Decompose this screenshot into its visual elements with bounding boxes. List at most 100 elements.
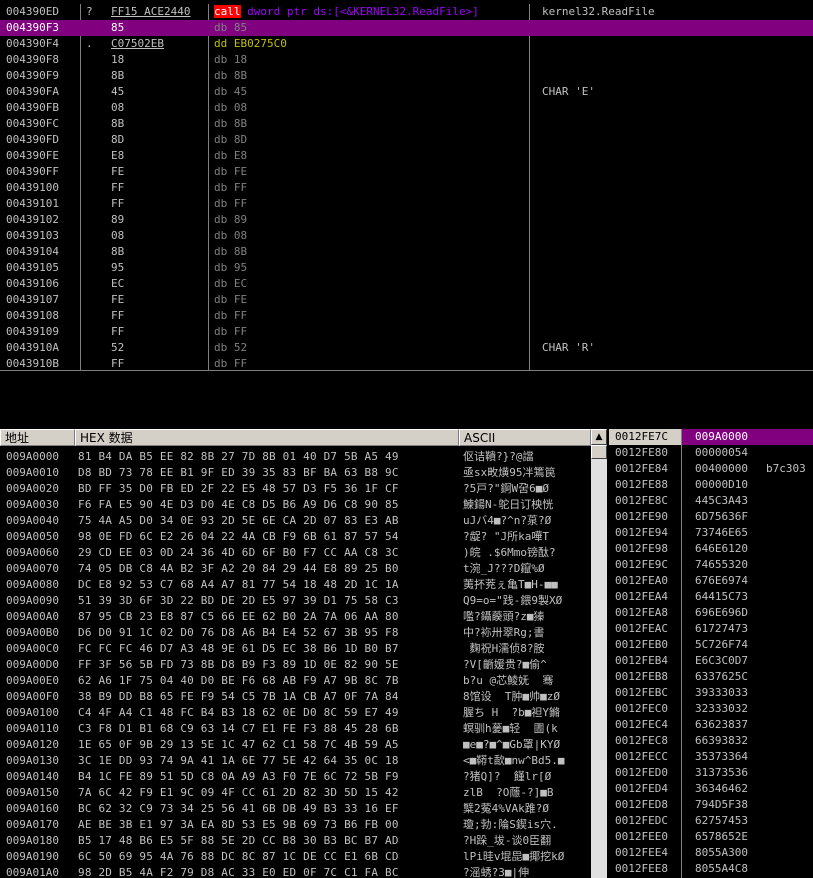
disasm-row[interactable]: 0043910A 52 db 52 CHAR 'R'	[0, 340, 813, 356]
instruction-mnemonic: db FF	[214, 181, 248, 194]
dump-row[interactable]: 009A00C0 FC FC FC 46 D7 A3 48 9E 61 D5 EC…	[0, 641, 591, 657]
stack-row[interactable]: 0012FEB8 6337625C	[609, 669, 813, 685]
instruction-text: db 8B	[214, 116, 247, 132]
dump-row[interactable]: 009A0130 3C 1E DD 93 74 9A 41 1A 6E 77 5E…	[0, 753, 591, 769]
stack-row[interactable]: 0012FEE4 8055A300	[609, 845, 813, 861]
disasm-row[interactable]: 00439106 EC db EC	[0, 276, 813, 292]
disasm-row[interactable]: 004390FE E8 db E8	[0, 148, 813, 164]
disasm-row[interactable]: 00439103 08 db 08	[0, 228, 813, 244]
disasm-row[interactable]: 00439100 FF db FF	[0, 180, 813, 196]
stack-row[interactable]: 0012FED0 31373536	[609, 765, 813, 781]
instruction-mnemonic: db 52	[214, 341, 248, 354]
stack-row[interactable]: 0012FE8C 445C3A43	[609, 493, 813, 509]
dump-row[interactable]: 009A0100 C4 4F A4 C1 48 FC B4 B3 18 62 0E…	[0, 705, 591, 721]
stack-row[interactable]: 0012FE98 646E6120	[609, 541, 813, 557]
dump-row[interactable]: 009A0190 6C 50 69 95 4A 76 88 DC 8C 87 1C…	[0, 849, 591, 865]
disasm-row[interactable]: 004390FB 08 db 08	[0, 100, 813, 116]
dump-row[interactable]: 009A00B0 D6 D0 91 1C 02 D0 76 D8 A6 B4 E4…	[0, 625, 591, 641]
stack-row[interactable]: 0012FE88 00000D10	[609, 477, 813, 493]
stack-row[interactable]: 0012FE7C 009A0000	[609, 429, 813, 445]
disasm-row[interactable]: 004390F8 18 db 18	[0, 52, 813, 68]
stack-row[interactable]: 0012FEC4 63623837	[609, 717, 813, 733]
dump-row[interactable]: 009A0160 BC 62 32 C9 73 34 25 56 41 6B DB…	[0, 801, 591, 817]
disasm-row[interactable]: 00439104 8B db 8B	[0, 244, 813, 260]
dump-ascii: t涴_J???D鑹%Ø	[463, 562, 545, 575]
dump-row[interactable]: 009A0180 B5 17 48 B6 E5 5F 88 5E 2D CC B8…	[0, 833, 591, 849]
dump-row[interactable]: 009A0030 F6 FA E5 90 4E D3 D0 4E C8 D5 B6…	[0, 497, 591, 513]
scroll-thumb[interactable]	[591, 445, 607, 459]
disasm-row[interactable]: 00439105 95 db 95	[0, 260, 813, 276]
memory-dump-pane[interactable]: 地址 HEX 数据 ASCII 009A0000 81 B4 DA B5 EE 8…	[0, 429, 607, 878]
dump-row[interactable]: 009A0050 98 0E FD 6C E2 26 04 22 4A CB F9…	[0, 529, 591, 545]
dump-row[interactable]: 009A0010 D8 BD 73 78 EE B1 9F ED 39 35 83…	[0, 465, 591, 481]
stack-row[interactable]: 0012FED8 794D5F38	[609, 797, 813, 813]
disasm-row[interactable]: 004390F3 85 db 85	[0, 20, 813, 36]
stack-row[interactable]: 0012FECC 35373364	[609, 749, 813, 765]
stack-row[interactable]: 0012FEE0 6578652E	[609, 829, 813, 845]
dump-row[interactable]: 009A00F0 38 B9 DD B8 65 FE F9 54 C5 7B 1A…	[0, 689, 591, 705]
stack-value: 009A0000	[682, 429, 813, 445]
instruction-address: 00439109	[6, 325, 59, 338]
dump-row[interactable]: 009A01A0 98 2D B5 4A F2 79 D8 AC 33 E0 ED…	[0, 865, 591, 878]
disasm-row[interactable]: 004390F4. C07502EB dd EB0275C0	[0, 36, 813, 52]
stack-row[interactable]: 0012FEC0 32333032	[609, 701, 813, 717]
disasm-row[interactable]: 004390ED? FF15 ACE2440 call dword ptr ds:[…	[0, 4, 813, 20]
instruction-address: 004390F8	[6, 53, 59, 66]
stack-pane[interactable]: 0012FE7C 009A0000 0012FE80 00000054 0012FE84…	[609, 429, 813, 878]
disasm-row[interactable]: 00439108 FF db FF	[0, 308, 813, 324]
scroll-up-icon[interactable]: ▲	[591, 429, 607, 445]
header-ascii[interactable]: ASCII	[459, 429, 591, 446]
disasm-row[interactable]: 0043910B FF db FF	[0, 356, 813, 370]
dump-row[interactable]: 009A0170 AE BE 3B E1 97 3A EA 8D 53 E5 9B…	[0, 817, 591, 833]
disasm-row[interactable]: 004390FF FE db FE	[0, 164, 813, 180]
stack-row[interactable]: 0012FEA8 696E696D	[609, 605, 813, 621]
disasm-row[interactable]: 00439107 FE db FE	[0, 292, 813, 308]
stack-row[interactable]: 0012FEB0 5C726F74	[609, 637, 813, 653]
dump-row[interactable]: 009A0080 DC E8 92 53 C7 68 A4 A7 81 77 54…	[0, 577, 591, 593]
dump-row[interactable]: 009A0040 75 4A A5 D0 34 0E 93 2D 5E 6E CA…	[0, 513, 591, 529]
disasm-row[interactable]: 00439101 FF db FF	[0, 196, 813, 212]
dump-row[interactable]: 009A0020 BD FF 35 D0 FB ED 2F 22 E5 48 57…	[0, 481, 591, 497]
instruction-mnemonic: db 85	[214, 21, 248, 34]
instruction-bytes: FE	[111, 293, 125, 306]
disassembly-pane[interactable]: 004390ED? FF15 ACE2440 call dword ptr ds:[…	[0, 4, 813, 370]
dump-row[interactable]: 009A0000 81 B4 DA B5 EE 82 8B 27 7D 8B 01…	[0, 449, 591, 465]
stack-row[interactable]: 0012FE90 6D75636F	[609, 509, 813, 525]
dump-row[interactable]: 009A00D0 FF 3F 56 5B FD 73 8B D8 B9 F3 89…	[0, 657, 591, 673]
dump-row[interactable]: 009A0150 7A 6C 42 F9 E1 9C 09 4F CC 61 2D…	[0, 785, 591, 801]
stack-row[interactable]: 0012FED4 36346462	[609, 781, 813, 797]
stack-row[interactable]: 0012FEBC 39333033	[609, 685, 813, 701]
stack-row[interactable]: 0012FE9C 74655320	[609, 557, 813, 573]
disasm-row[interactable]: 004390FA 45 db 45 CHAR 'E'	[0, 84, 813, 100]
disasm-row[interactable]: 004390F9 8B db 8B	[0, 68, 813, 84]
dump-row[interactable]: 009A00E0 62 A6 1F 75 04 40 D0 BE F6 68 AB…	[0, 673, 591, 689]
dump-row[interactable]: 009A0140 B4 1C FE 89 51 5D C8 0A A9 A3 F0…	[0, 769, 591, 785]
header-hex[interactable]: HEX 数据	[75, 429, 459, 446]
stack-row[interactable]: 0012FEAC 61727473	[609, 621, 813, 637]
stack-row[interactable]: 0012FEC8 66393832	[609, 733, 813, 749]
dump-row[interactable]: 009A0090 51 39 3D 6F 3D 22 BD DE 2D E5 97…	[0, 593, 591, 609]
stack-row[interactable]: 0012FEDC 62757453	[609, 813, 813, 829]
stack-row[interactable]: 0012FEE8 8055A4C8	[609, 861, 813, 877]
instruction-bytes: E8	[111, 149, 125, 162]
dump-row[interactable]: 009A0120 1E 65 0F 9B 29 13 5E 1C 47 62 C1…	[0, 737, 591, 753]
instruction-text: db 95	[214, 260, 247, 276]
stack-row[interactable]: 0012FE84 00400000 b7c303	[609, 461, 813, 477]
dump-row[interactable]: 009A0060 29 CD EE 03 0D 24 36 4D 6D 6F B0…	[0, 545, 591, 561]
header-address[interactable]: 地址	[0, 429, 75, 446]
disasm-row[interactable]: 00439102 89 db 89	[0, 212, 813, 228]
dump-row[interactable]: 009A0110 C3 F8 D1 B1 68 C9 63 14 C7 E1 FE…	[0, 721, 591, 737]
stack-row[interactable]: 0012FEB4 E6C3C0D7	[609, 653, 813, 669]
dump-row[interactable]: 009A0070 74 05 DB C8 4A B2 3F A2 20 84 29…	[0, 561, 591, 577]
dump-row[interactable]: 009A00A0 87 95 CB 23 E8 87 C5 66 EE 62 B0…	[0, 609, 591, 625]
stack-row[interactable]: 0012FEA0 676E6974	[609, 573, 813, 589]
disasm-row[interactable]: 004390FD 8D db 8D	[0, 132, 813, 148]
stack-row[interactable]: 0012FEA4 64415C73	[609, 589, 813, 605]
dump-address: 009A0020	[6, 482, 59, 495]
disasm-row[interactable]: 00439109 FF db FF	[0, 324, 813, 340]
stack-row[interactable]: 0012FE80 00000054	[609, 445, 813, 461]
dump-scrollbar[interactable]: ▲	[591, 429, 607, 878]
instruction-text: db 18	[214, 52, 247, 68]
disasm-row[interactable]: 004390FC 8B db 8B	[0, 116, 813, 132]
stack-row[interactable]: 0012FE94 73746E65	[609, 525, 813, 541]
